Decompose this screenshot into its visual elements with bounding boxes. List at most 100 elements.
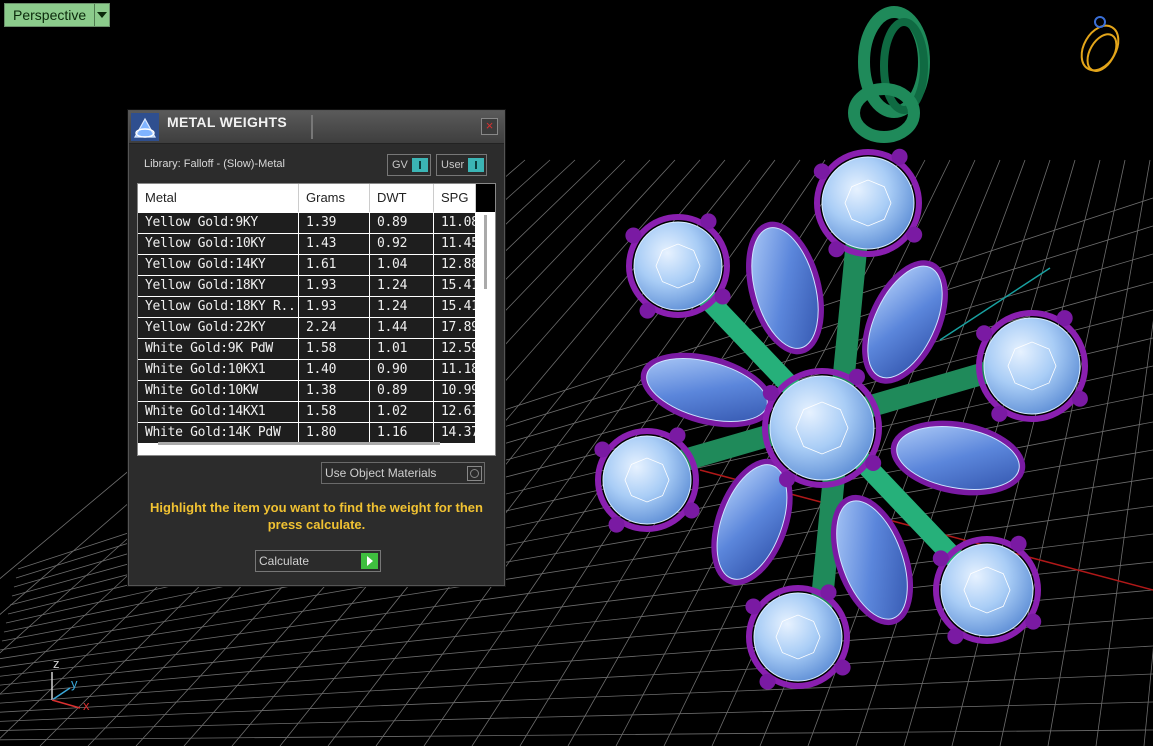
table-row[interactable]: White Gold:10KX1 1.40 0.90 11.18 <box>138 360 476 381</box>
cell-dwt: 1.44 <box>370 318 434 338</box>
round-stone <box>821 156 915 250</box>
cell-spg: 15.41 <box>434 276 476 296</box>
viewport-name[interactable]: Perspective <box>5 4 95 26</box>
metal-weights-dialog: METAL WEIGHTS × Library: Falloff - (Slow… <box>128 110 505 586</box>
round-stone <box>769 375 875 481</box>
horizontal-scrollbar[interactable] <box>158 442 440 445</box>
table-row[interactable]: White Gold:9K PdW 1.58 1.01 12.59 <box>138 339 476 360</box>
round-stone <box>940 543 1034 637</box>
prong <box>779 471 795 488</box>
cell-spg: 11.18 <box>434 360 476 380</box>
cell-dwt: 0.89 <box>370 213 434 233</box>
ring-gizmo-icon <box>1080 16 1120 72</box>
cell-metal: White Gold:9K PdW <box>138 339 299 359</box>
gv-toggle[interactable]: GV <box>387 154 431 176</box>
round-stones <box>594 148 1088 690</box>
column-header-spg[interactable]: SPG <box>434 184 476 212</box>
cell-grams: 1.39 <box>299 213 370 233</box>
user-toggle-label: User <box>441 159 465 171</box>
cell-grams: 1.61 <box>299 255 370 275</box>
cell-dwt: 1.01 <box>370 339 434 359</box>
prong <box>820 584 837 601</box>
toggle-switch-icon[interactable] <box>411 158 428 172</box>
cell-grams: 1.93 <box>299 297 370 317</box>
prong <box>669 427 686 444</box>
round-stone <box>633 221 723 311</box>
round-stone <box>602 435 692 525</box>
prong <box>714 288 731 305</box>
cell-dwt: 0.90 <box>370 360 434 380</box>
calculate-button[interactable]: Calculate <box>255 550 381 572</box>
prong <box>1071 390 1088 407</box>
calculate-label: Calculate <box>259 554 310 568</box>
prong <box>906 226 923 243</box>
round-stone <box>753 592 843 682</box>
cell-metal: White Gold:14K PdW <box>138 423 299 443</box>
column-header-dwt[interactable]: DWT <box>370 184 434 212</box>
round-stone <box>983 317 1081 415</box>
prong <box>745 598 762 615</box>
radio-icon[interactable] <box>467 465 482 481</box>
prong <box>594 441 611 458</box>
prong <box>608 516 625 533</box>
table-row[interactable]: Yellow Gold:18KY 1.93 1.24 15.41 <box>138 276 476 297</box>
prong <box>1025 613 1042 630</box>
cell-spg: 12.61 <box>434 402 476 422</box>
prong <box>991 405 1008 422</box>
cell-grams: 1.58 <box>299 339 370 359</box>
instruction-text: Highlight the item you want to find the … <box>150 500 483 532</box>
prong <box>947 628 964 645</box>
cell-grams: 1.43 <box>299 234 370 254</box>
toggle-switch-icon[interactable] <box>468 158 485 172</box>
table-row[interactable]: Yellow Gold:18KY R... 1.93 1.24 15.41 <box>138 297 476 318</box>
cell-spg: 15.41 <box>434 297 476 317</box>
prong <box>639 302 656 319</box>
cell-metal: Yellow Gold:18KY R... <box>138 297 299 317</box>
column-header-grams[interactable]: Grams <box>299 184 370 212</box>
table-row[interactable]: Yellow Gold:14KY 1.61 1.04 12.88 <box>138 255 476 276</box>
cell-dwt: 0.92 <box>370 234 434 254</box>
prong <box>759 673 776 690</box>
table-corner <box>476 184 495 212</box>
cell-metal: Yellow Gold:18KY <box>138 276 299 296</box>
table-row[interactable]: White Gold:14KX1 1.58 1.02 12.61 <box>138 402 476 423</box>
cell-metal: White Gold:10KX1 <box>138 360 299 380</box>
prong <box>625 227 642 244</box>
table-header: Metal Grams DWT SPG <box>138 184 476 212</box>
dialog-titlebar[interactable]: METAL WEIGHTS × <box>129 111 504 144</box>
play-arrow-icon[interactable] <box>361 553 378 569</box>
prong <box>891 148 908 165</box>
cell-dwt: 1.24 <box>370 276 434 296</box>
table-row[interactable]: Yellow Gold:22KY 2.24 1.44 17.89 <box>138 318 476 339</box>
cell-metal: White Gold:14KX1 <box>138 402 299 422</box>
user-toggle[interactable]: User <box>436 154 488 176</box>
title-separator <box>311 115 313 139</box>
cell-spg: 10.99 <box>434 381 476 401</box>
prong <box>932 550 949 567</box>
prong <box>828 241 845 258</box>
cell-grams: 1.93 <box>299 276 370 296</box>
cell-grams: 1.80 <box>299 423 370 443</box>
prong <box>762 385 779 401</box>
cell-metal: Yellow Gold:10KY <box>138 234 299 254</box>
chevron-down-icon[interactable] <box>94 4 110 26</box>
table-row[interactable]: White Gold:10KW 1.38 0.89 10.99 <box>138 381 476 402</box>
table-body: Yellow Gold:9KY 1.39 0.89 11.08 Yellow Gold:… <box>138 213 476 444</box>
table-row[interactable]: Yellow Gold:10KY 1.43 0.92 11.45 <box>138 234 476 255</box>
viewport-label[interactable]: Perspective <box>4 3 111 27</box>
table-row[interactable]: Yellow Gold:9KY 1.39 0.89 11.08 <box>138 213 476 234</box>
column-header-metal[interactable]: Metal <box>138 184 299 212</box>
cell-dwt: 1.24 <box>370 297 434 317</box>
close-button[interactable]: × <box>481 118 498 135</box>
cell-metal: Yellow Gold:14KY <box>138 255 299 275</box>
cell-grams: 1.38 <box>299 381 370 401</box>
pendant-bail <box>848 6 930 143</box>
scroll-thumb[interactable] <box>484 215 487 289</box>
vertical-scrollbar[interactable] <box>479 213 493 435</box>
prong <box>865 455 882 471</box>
prong <box>976 325 993 342</box>
cell-spg: 14.37 <box>434 423 476 443</box>
table-row[interactable]: White Gold:14K PdW 1.80 1.16 14.37 <box>138 423 476 444</box>
use-object-materials-option[interactable]: Use Object Materials <box>321 462 485 484</box>
metal-table[interactable]: Metal Grams DWT SPG Yellow Gold:9KY 1.39 0… <box>137 183 496 456</box>
